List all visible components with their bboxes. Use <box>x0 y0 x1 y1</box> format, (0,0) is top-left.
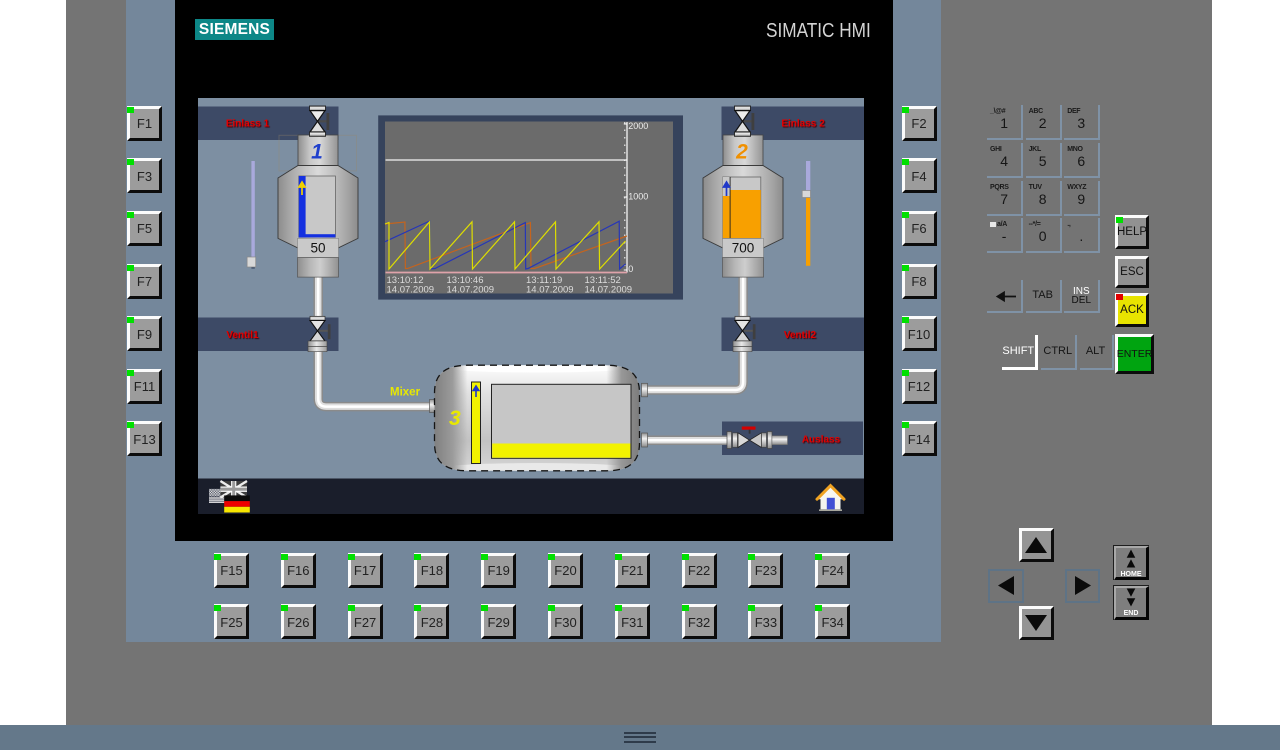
svg-text:0: 0 <box>628 264 633 274</box>
svg-text:END: END <box>1124 610 1139 616</box>
svg-text:Ventil1: Ventil1 <box>226 330 259 341</box>
svg-text:14.07.2009: 14.07.2009 <box>585 285 633 296</box>
svg-text:Mixer: Mixer <box>390 387 421 399</box>
svg-text:14.07.2009: 14.07.2009 <box>387 285 435 296</box>
svg-text:1000: 1000 <box>628 192 648 202</box>
svg-text:14.07.2009: 14.07.2009 <box>526 285 574 296</box>
svg-text:2: 2 <box>735 141 748 164</box>
svg-text:3: 3 <box>449 407 461 430</box>
svg-text:HOME: HOME <box>1121 571 1142 577</box>
svg-text:50: 50 <box>310 241 325 256</box>
svg-text:2000: 2000 <box>628 121 648 131</box>
svg-text:Einlass 1: Einlass 1 <box>226 119 270 130</box>
svg-text:Ventil2: Ventil2 <box>784 330 817 341</box>
svg-text:Auslass: Auslass <box>802 435 841 446</box>
svg-text:14.07.2009: 14.07.2009 <box>447 285 495 296</box>
svg-text:1: 1 <box>311 141 323 164</box>
svg-text:700: 700 <box>732 241 755 256</box>
svg-text:Einlass 2: Einlass 2 <box>781 119 825 130</box>
